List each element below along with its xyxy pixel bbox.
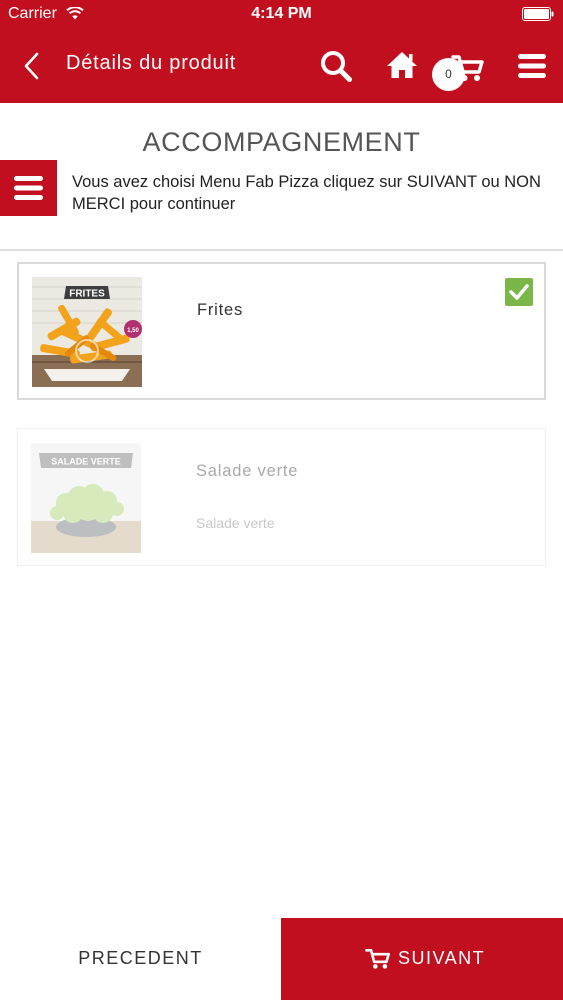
previous-button[interactable]: PRECEDENT	[0, 918, 281, 1000]
clock-time: 4:14 PM	[251, 5, 312, 22]
status-bar: Carrier 4:14 PM	[0, 0, 563, 30]
home-icon[interactable]	[385, 49, 419, 81]
nav-bar: Détails du produit 0	[0, 30, 563, 103]
product-image-salade-verte: SALADE VERTE	[31, 443, 141, 553]
next-button[interactable]: SUIVANT	[281, 918, 563, 1000]
previous-button-label: PRECEDENT	[78, 948, 203, 968]
product-selected-checkbox[interactable]	[505, 278, 533, 306]
salade-image-label: SALADE VERTE	[51, 457, 121, 467]
page-title: Détails du produit	[66, 52, 237, 74]
product-name: Salade verte	[196, 462, 299, 480]
back-icon[interactable]	[22, 52, 40, 80]
product-image-frites: FRITES 1,50	[32, 277, 142, 387]
section-title: ACCOMPAGNEMENT	[142, 127, 421, 157]
product-card-frites[interactable]: FRITES 1,50 Frites	[17, 262, 546, 400]
product-name: Frites	[197, 301, 244, 319]
cart-icon	[365, 949, 391, 969]
side-menu-button[interactable]	[0, 160, 57, 216]
frites-image-label: FRITES	[69, 289, 105, 300]
search-icon[interactable]	[319, 49, 353, 83]
app-header: Carrier 4:14 PM Détails du produit 0	[0, 0, 563, 103]
divider	[0, 249, 563, 251]
hamburger-icon	[14, 176, 43, 200]
battery-icon	[522, 7, 554, 21]
next-button-label: SUIVANT	[398, 948, 486, 968]
check-icon	[509, 284, 529, 300]
cart-count-badge: 0	[432, 58, 465, 91]
frites-price-tag: 1,50	[127, 328, 139, 334]
instruction-text: Vous avez choisi Menu Fab Pizza cliquez …	[72, 173, 541, 213]
product-card-salade-verte[interactable]: SALADE VERTE Salade verte Salade verte	[17, 428, 546, 566]
menu-icon[interactable]	[517, 51, 547, 81]
product-description: Salade verte	[196, 515, 275, 531]
